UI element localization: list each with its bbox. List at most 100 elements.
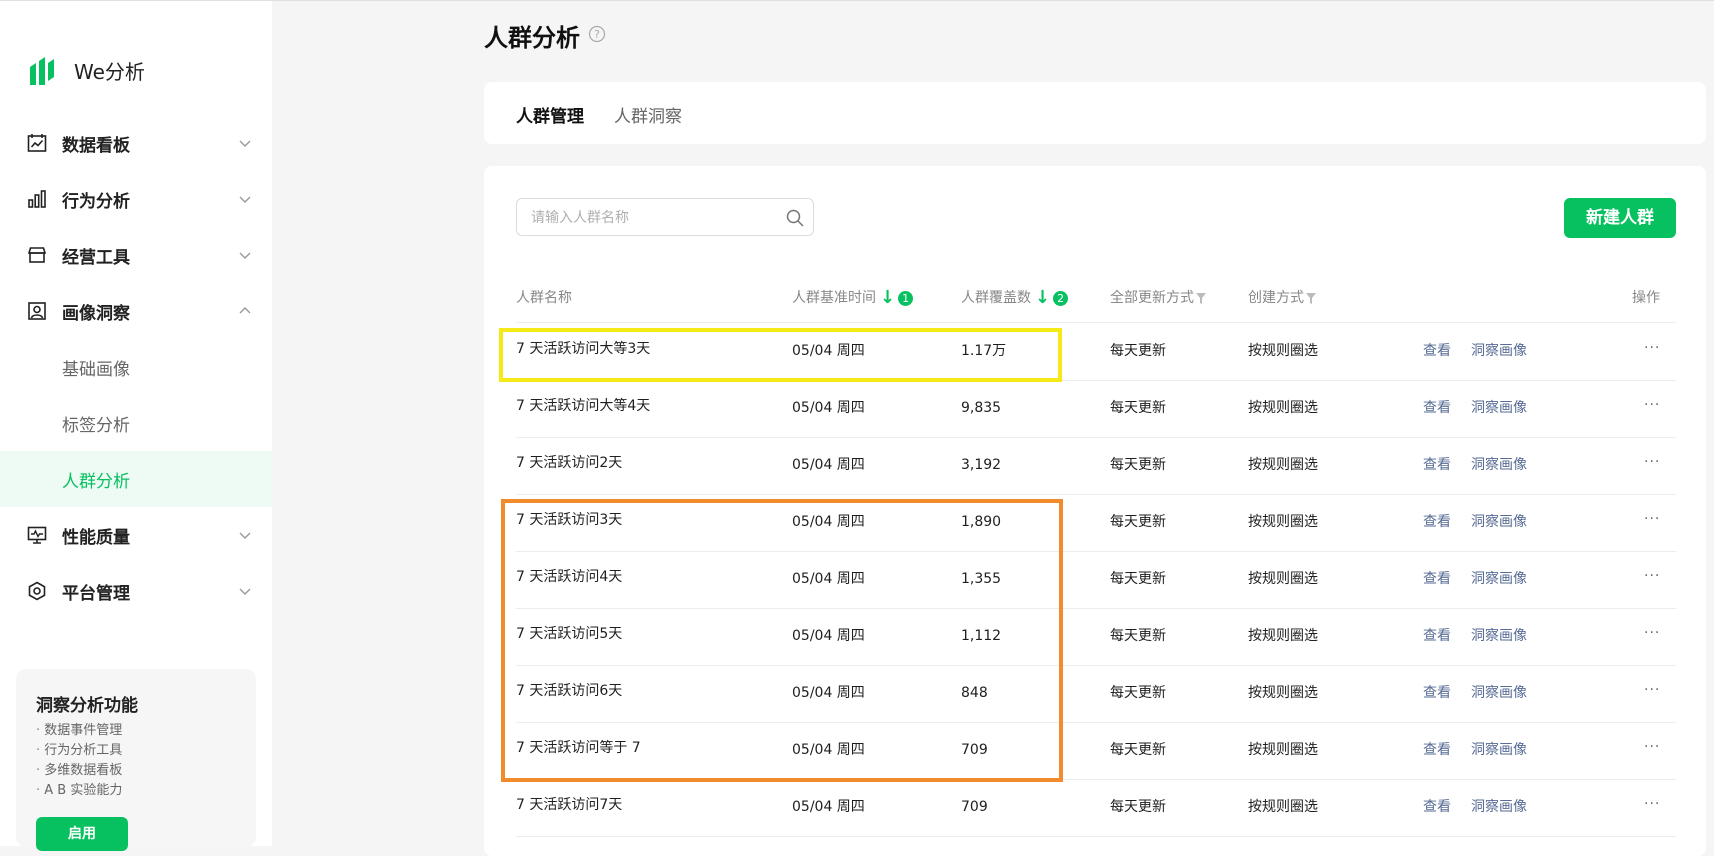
nav-item-portrait-insight[interactable]: 画像洞察	[0, 283, 272, 339]
nav-label: 平台管理	[62, 583, 130, 604]
sub-nav-label: 人群分析	[62, 471, 130, 492]
crowd-name-cell: 7 天活跃访问7天	[516, 797, 623, 813]
column-header-action: 操作	[1632, 274, 1660, 322]
update-mode-cell: 每天更新	[1110, 799, 1166, 815]
more-actions-icon[interactable]: ···	[1644, 608, 1660, 665]
update-mode-cell: 每天更新	[1110, 685, 1166, 701]
more-actions-icon[interactable]: ···	[1644, 323, 1660, 380]
help-icon[interactable]: ?	[588, 25, 606, 43]
promo-feature: A B 实验能力	[36, 781, 122, 801]
chevron-down-icon	[239, 532, 251, 539]
app-logo[interactable]: We分析	[28, 53, 145, 87]
sort-order-badge: 2	[1053, 290, 1069, 306]
insight-portrait-link[interactable]: 洞察画像	[1471, 779, 1527, 836]
update-mode-cell: 每天更新	[1110, 571, 1166, 587]
view-link[interactable]: 查看	[1423, 494, 1451, 551]
update-mode-cell: 每天更新	[1110, 628, 1166, 644]
monitor-icon	[26, 524, 48, 546]
create-mode-cell: 按规则圈选	[1248, 514, 1318, 530]
coverage-count-cell: 3,192	[961, 457, 1002, 473]
tab-bar: 人群管理 人群洞察	[484, 82, 1706, 144]
more-actions-icon[interactable]: ···	[1644, 551, 1660, 608]
insight-portrait-link[interactable]: 洞察画像	[1471, 608, 1527, 665]
create-mode-cell: 按规则圈选	[1248, 343, 1318, 359]
insight-portrait-link[interactable]: 洞察画像	[1471, 494, 1527, 551]
logo-icon	[30, 57, 54, 85]
insight-portrait-link[interactable]: 洞察画像	[1471, 323, 1527, 380]
nav-label: 性能质量	[62, 527, 130, 548]
update-mode-cell: 每天更新	[1110, 343, 1166, 359]
highlight-box-orange	[501, 499, 1063, 782]
coverage-count-cell: 9,835	[961, 400, 1002, 416]
update-mode-cell: 每天更新	[1110, 742, 1166, 758]
more-actions-icon[interactable]: ···	[1644, 722, 1660, 779]
new-crowd-button[interactable]: 新建人群	[1564, 198, 1676, 238]
create-mode-cell: 按规则圈选	[1248, 799, 1318, 815]
promo-card: 洞察分析功能 数据事件管理 行为分析工具 多维数据看板 A B 实验能力 启用	[16, 669, 256, 851]
update-mode-cell: 每天更新	[1110, 400, 1166, 416]
more-actions-icon[interactable]: ···	[1644, 779, 1660, 836]
view-link[interactable]: 查看	[1423, 551, 1451, 608]
filter-icon[interactable]	[1306, 292, 1316, 304]
table-header: 人群名称 人群基准时间 ↓ 1 人群覆盖数 ↓ 2 全部更新方式 创建方式 操作	[516, 274, 1676, 323]
nav-label: 行为分析	[62, 191, 130, 212]
base-time-cell: 05/04 周四	[792, 457, 865, 473]
insight-portrait-link[interactable]: 洞察画像	[1471, 722, 1527, 779]
promo-feature: 多维数据看板	[36, 761, 122, 781]
insight-portrait-link[interactable]: 洞察画像	[1471, 551, 1527, 608]
view-link[interactable]: 查看	[1423, 722, 1451, 779]
chevron-down-icon	[239, 252, 251, 259]
insight-portrait-link[interactable]: 洞察画像	[1471, 380, 1527, 437]
chevron-up-icon	[239, 307, 251, 314]
column-header-create[interactable]: 创建方式	[1248, 274, 1316, 322]
highlight-box-yellow	[499, 328, 1062, 382]
view-link[interactable]: 查看	[1423, 437, 1451, 494]
more-actions-icon[interactable]: ···	[1644, 380, 1660, 437]
view-link[interactable]: 查看	[1423, 323, 1451, 380]
column-header-count[interactable]: 人群覆盖数 ↓ 2	[961, 274, 1069, 322]
table-row: 7 天活跃访问大等4天 05/04 周四 9,835 每天更新 按规则圈选 查看 洞察画像 ·…	[516, 380, 1676, 438]
sort-desc-icon: ↓	[880, 287, 896, 308]
header-label: 人群基准时间	[792, 290, 876, 306]
column-header-name: 人群名称	[516, 274, 572, 322]
create-mode-cell: 按规则圈选	[1248, 742, 1318, 758]
create-mode-cell: 按规则圈选	[1248, 685, 1318, 701]
sidebar-item-tag-analysis[interactable]: 标签分析	[0, 395, 272, 451]
view-link[interactable]: 查看	[1423, 380, 1451, 437]
column-header-update[interactable]: 全部更新方式	[1110, 274, 1206, 322]
coverage-count-cell: 709	[961, 799, 988, 815]
column-header-time[interactable]: 人群基准时间 ↓ 1	[792, 274, 914, 322]
base-time-cell: 05/04 周四	[792, 799, 865, 815]
tab-crowd-insight[interactable]: 人群洞察	[614, 102, 682, 127]
sidebar-item-basic-portrait[interactable]: 基础画像	[0, 339, 272, 395]
view-link[interactable]: 查看	[1423, 779, 1451, 836]
header-label: 操作	[1632, 290, 1660, 306]
sidebar: We分析 数据看板 行为分析 经营工具 画像洞察 基础画像 标签分析 人群分析 …	[0, 1, 272, 851]
insight-portrait-link[interactable]: 洞察画像	[1471, 665, 1527, 722]
nav-item-performance[interactable]: 性能质量	[0, 507, 272, 563]
tab-crowd-management[interactable]: 人群管理	[516, 102, 584, 127]
insight-portrait-link[interactable]: 洞察画像	[1471, 437, 1527, 494]
nav-item-dashboard[interactable]: 数据看板	[0, 115, 272, 171]
nav-label: 画像洞察	[62, 303, 130, 324]
table-row: 7 天活跃访问2天 05/04 周四 3,192 每天更新 按规则圈选 查看 洞察画像 ···	[516, 437, 1676, 495]
header-label: 创建方式	[1248, 290, 1304, 306]
filter-icon[interactable]	[1196, 292, 1206, 304]
chevron-down-icon	[239, 588, 251, 595]
more-actions-icon[interactable]: ···	[1644, 494, 1660, 551]
search-input[interactable]	[529, 207, 773, 229]
sidebar-item-crowd-analysis[interactable]: 人群分析	[0, 451, 272, 507]
nav-item-behavior[interactable]: 行为分析	[0, 171, 272, 227]
page-title: 人群分析	[484, 24, 580, 52]
view-link[interactable]: 查看	[1423, 665, 1451, 722]
create-mode-cell: 按规则圈选	[1248, 457, 1318, 473]
view-link[interactable]: 查看	[1423, 608, 1451, 665]
dashboard-icon	[26, 132, 48, 154]
chevron-down-icon	[239, 140, 251, 147]
search-icon[interactable]	[785, 208, 805, 228]
more-actions-icon[interactable]: ···	[1644, 665, 1660, 722]
sub-nav-label: 基础画像	[62, 359, 130, 380]
nav-item-business-tools[interactable]: 经营工具	[0, 227, 272, 283]
more-actions-icon[interactable]: ···	[1644, 437, 1660, 494]
nav-item-platform-management[interactable]: 平台管理	[0, 563, 272, 619]
